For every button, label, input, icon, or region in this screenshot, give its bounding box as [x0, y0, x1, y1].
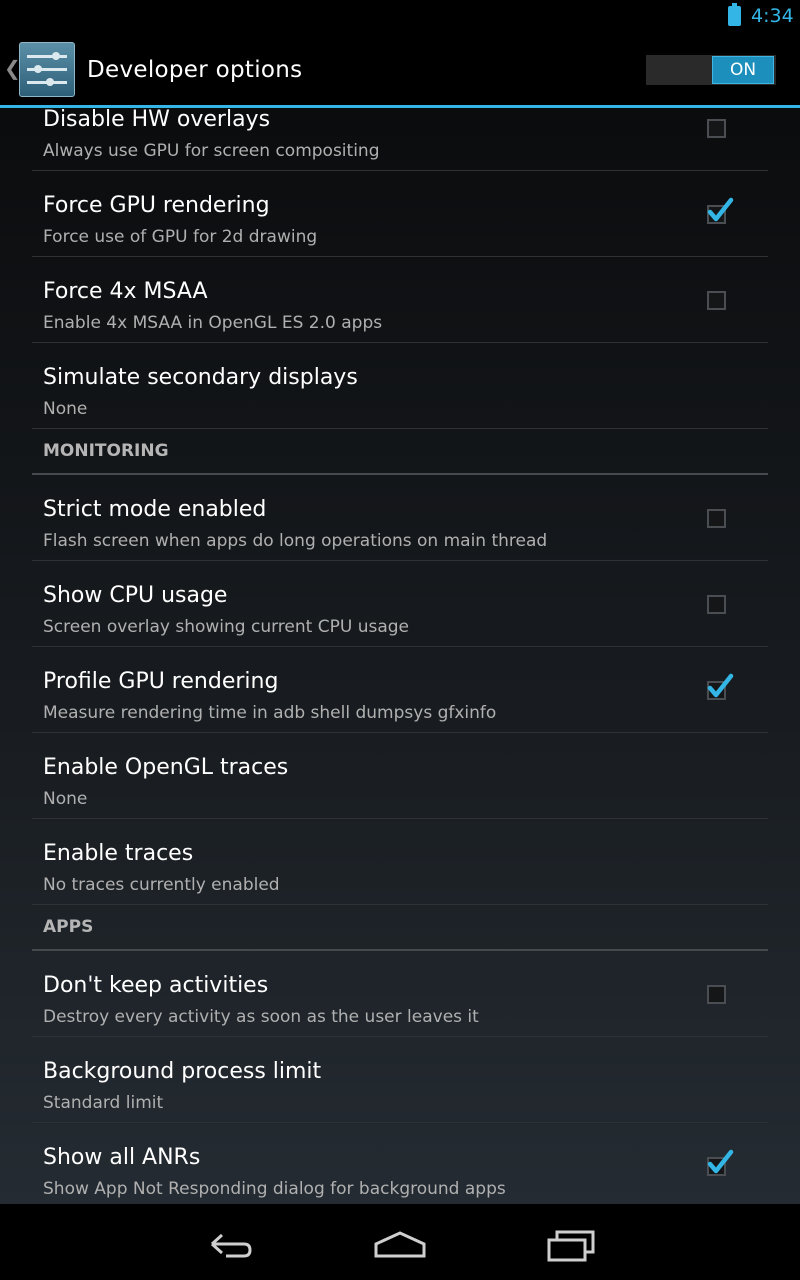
category-header-label: MONITORING: [43, 441, 169, 461]
status-clock: 4:34: [751, 5, 794, 27]
setting-title: Force GPU rendering: [43, 193, 270, 218]
category-header-label: APPS: [43, 917, 94, 937]
setting-disable-hw-overlays[interactable]: Disable HW overlays Always use GPU for sc…: [32, 108, 768, 171]
checkbox[interactable]: [707, 119, 726, 138]
checkbox[interactable]: [707, 509, 726, 528]
setting-force-4x-msaa[interactable]: Force 4x MSAA Enable 4x MSAA in OpenGL ES…: [32, 257, 768, 343]
setting-summary: Measure rendering time in adb shell dump…: [43, 703, 497, 723]
category-header-apps: APPS: [32, 905, 768, 951]
checkbox[interactable]: [707, 291, 726, 310]
setting-title: Simulate secondary displays: [43, 365, 358, 390]
checkmark-icon: [707, 1149, 734, 1174]
setting-title: Enable OpenGL traces: [43, 755, 289, 780]
setting-title: Show all ANRs: [43, 1145, 201, 1170]
setting-show-cpu-usage[interactable]: Show CPU usage Screen overlay showing cur…: [32, 561, 768, 647]
setting-summary: Always use GPU for screen compositing: [43, 141, 380, 161]
setting-show-all-anrs[interactable]: Show all ANRs Show App Not Responding dia…: [32, 1123, 768, 1204]
checkbox[interactable]: [707, 985, 726, 1004]
checkmark-icon: [707, 673, 734, 698]
setting-summary: No traces currently enabled: [43, 875, 280, 895]
back-icon[interactable]: [202, 1224, 258, 1264]
status-bar: 4:34: [0, 0, 800, 34]
setting-title: Show CPU usage: [43, 583, 228, 608]
settings-sliders-icon[interactable]: [19, 42, 75, 97]
battery-icon: [728, 3, 741, 26]
setting-summary: Screen overlay showing current CPU usage: [43, 617, 409, 637]
setting-summary: Standard limit: [43, 1093, 164, 1113]
setting-title: Disable HW overlays: [43, 108, 271, 132]
navigation-bar: [0, 1204, 800, 1280]
setting-summary: Flash screen when apps do long operation…: [43, 531, 548, 551]
setting-summary: Show App Not Responding dialog for backg…: [43, 1179, 506, 1199]
setting-simulate-secondary-displays[interactable]: Simulate secondary displays None: [32, 343, 768, 429]
setting-force-gpu-rendering[interactable]: Force GPU rendering Force use of GPU for …: [32, 171, 768, 257]
setting-title: Strict mode enabled: [43, 497, 267, 522]
setting-enable-traces[interactable]: Enable traces No traces currently enabled: [32, 819, 768, 905]
setting-strict-mode-enabled[interactable]: Strict mode enabled Flash screen when app…: [32, 475, 768, 561]
checkmark-icon: [707, 197, 734, 222]
page-title: Developer options: [87, 57, 303, 83]
setting-summary: None: [43, 789, 88, 809]
category-header-monitoring: MONITORING: [32, 429, 768, 475]
setting-summary: Enable 4x MSAA in OpenGL ES 2.0 apps: [43, 313, 383, 333]
setting-summary: Force use of GPU for 2d drawing: [43, 227, 318, 247]
home-icon[interactable]: [372, 1224, 428, 1264]
setting-title: Profile GPU rendering: [43, 669, 279, 694]
setting-summary: Destroy every activity as soon as the us…: [43, 1007, 479, 1027]
switch-label: ON: [712, 56, 774, 84]
settings-list[interactable]: Disable HW overlays Always use GPU for sc…: [0, 108, 800, 1204]
setting-profile-gpu-rendering[interactable]: Profile GPU rendering Measure rendering t…: [32, 647, 768, 733]
checkbox[interactable]: [707, 595, 726, 614]
action-bar: ❮ Developer options ON: [0, 34, 800, 108]
setting-title: Don't keep activities: [43, 973, 269, 998]
developer-options-switch[interactable]: ON: [646, 55, 776, 85]
recent-apps-icon[interactable]: [543, 1224, 599, 1264]
setting-title: Force 4x MSAA: [43, 279, 208, 304]
setting-don-t-keep-activities[interactable]: Don't keep activities Destroy every activ…: [32, 951, 768, 1037]
setting-title: Enable traces: [43, 841, 194, 866]
setting-enable-opengl-traces[interactable]: Enable OpenGL traces None: [32, 733, 768, 819]
setting-title: Background process limit: [43, 1059, 322, 1084]
setting-summary: None: [43, 399, 88, 419]
setting-background-process-limit[interactable]: Background process limit Standard limit: [32, 1037, 768, 1123]
